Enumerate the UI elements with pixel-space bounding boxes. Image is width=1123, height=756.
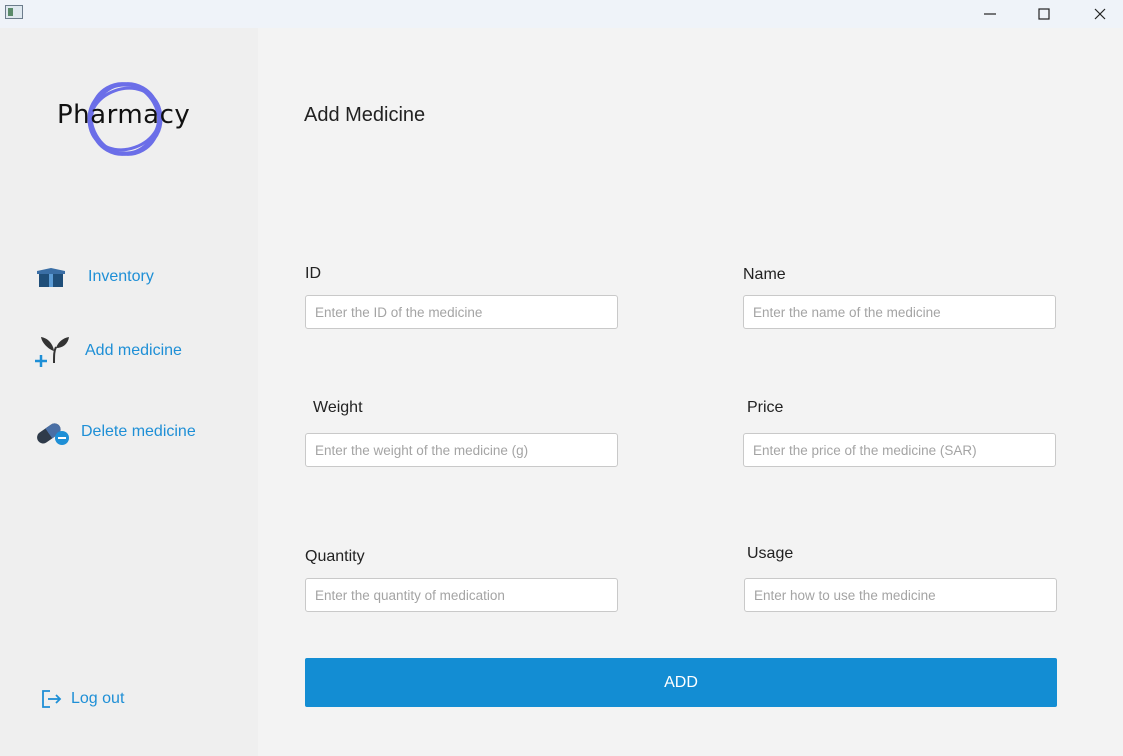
- minimize-icon: [984, 13, 996, 15]
- usage-input[interactable]: [744, 578, 1057, 612]
- price-input[interactable]: [743, 433, 1056, 467]
- app-icon: [5, 5, 23, 19]
- logout-label: Log out: [71, 690, 125, 707]
- maximize-button[interactable]: [1021, 0, 1067, 28]
- close-button[interactable]: [1077, 0, 1123, 28]
- sidebar-item-delete-medicine[interactable]: Delete medicine: [34, 418, 196, 446]
- logout-icon: [42, 690, 62, 708]
- weight-input[interactable]: [305, 433, 618, 467]
- name-label: Name: [743, 266, 786, 283]
- sidebar-item-label: Inventory: [88, 268, 154, 285]
- logo-text: Pharmacy: [57, 100, 191, 130]
- sidebar-item-add-medicine[interactable]: Add medicine: [34, 335, 182, 367]
- close-icon: [1094, 8, 1106, 20]
- quantity-input[interactable]: [305, 578, 618, 612]
- price-label: Price: [747, 399, 784, 416]
- page-title: Add Medicine: [304, 104, 426, 126]
- weight-label: Weight: [313, 399, 363, 416]
- plant-plus-icon: [35, 337, 69, 367]
- title-bar: [0, 0, 1123, 28]
- minimize-button[interactable]: [967, 0, 1013, 28]
- main-panel: [258, 28, 1123, 756]
- id-input[interactable]: [305, 295, 618, 329]
- sidebar-item-label: Add medicine: [85, 342, 182, 359]
- name-input[interactable]: [743, 295, 1056, 329]
- quantity-label: Quantity: [305, 548, 365, 565]
- id-label: ID: [305, 265, 321, 282]
- sidebar-item-label: Delete medicine: [81, 423, 196, 440]
- maximize-icon: [1038, 8, 1050, 20]
- sidebar-item-inventory[interactable]: Inventory: [34, 265, 154, 289]
- usage-label: Usage: [747, 545, 794, 562]
- logout-button[interactable]: Log out: [40, 688, 124, 710]
- add-button[interactable]: ADD: [305, 658, 1057, 707]
- box-icon: [37, 268, 65, 287]
- pill-minus-icon: [37, 423, 69, 445]
